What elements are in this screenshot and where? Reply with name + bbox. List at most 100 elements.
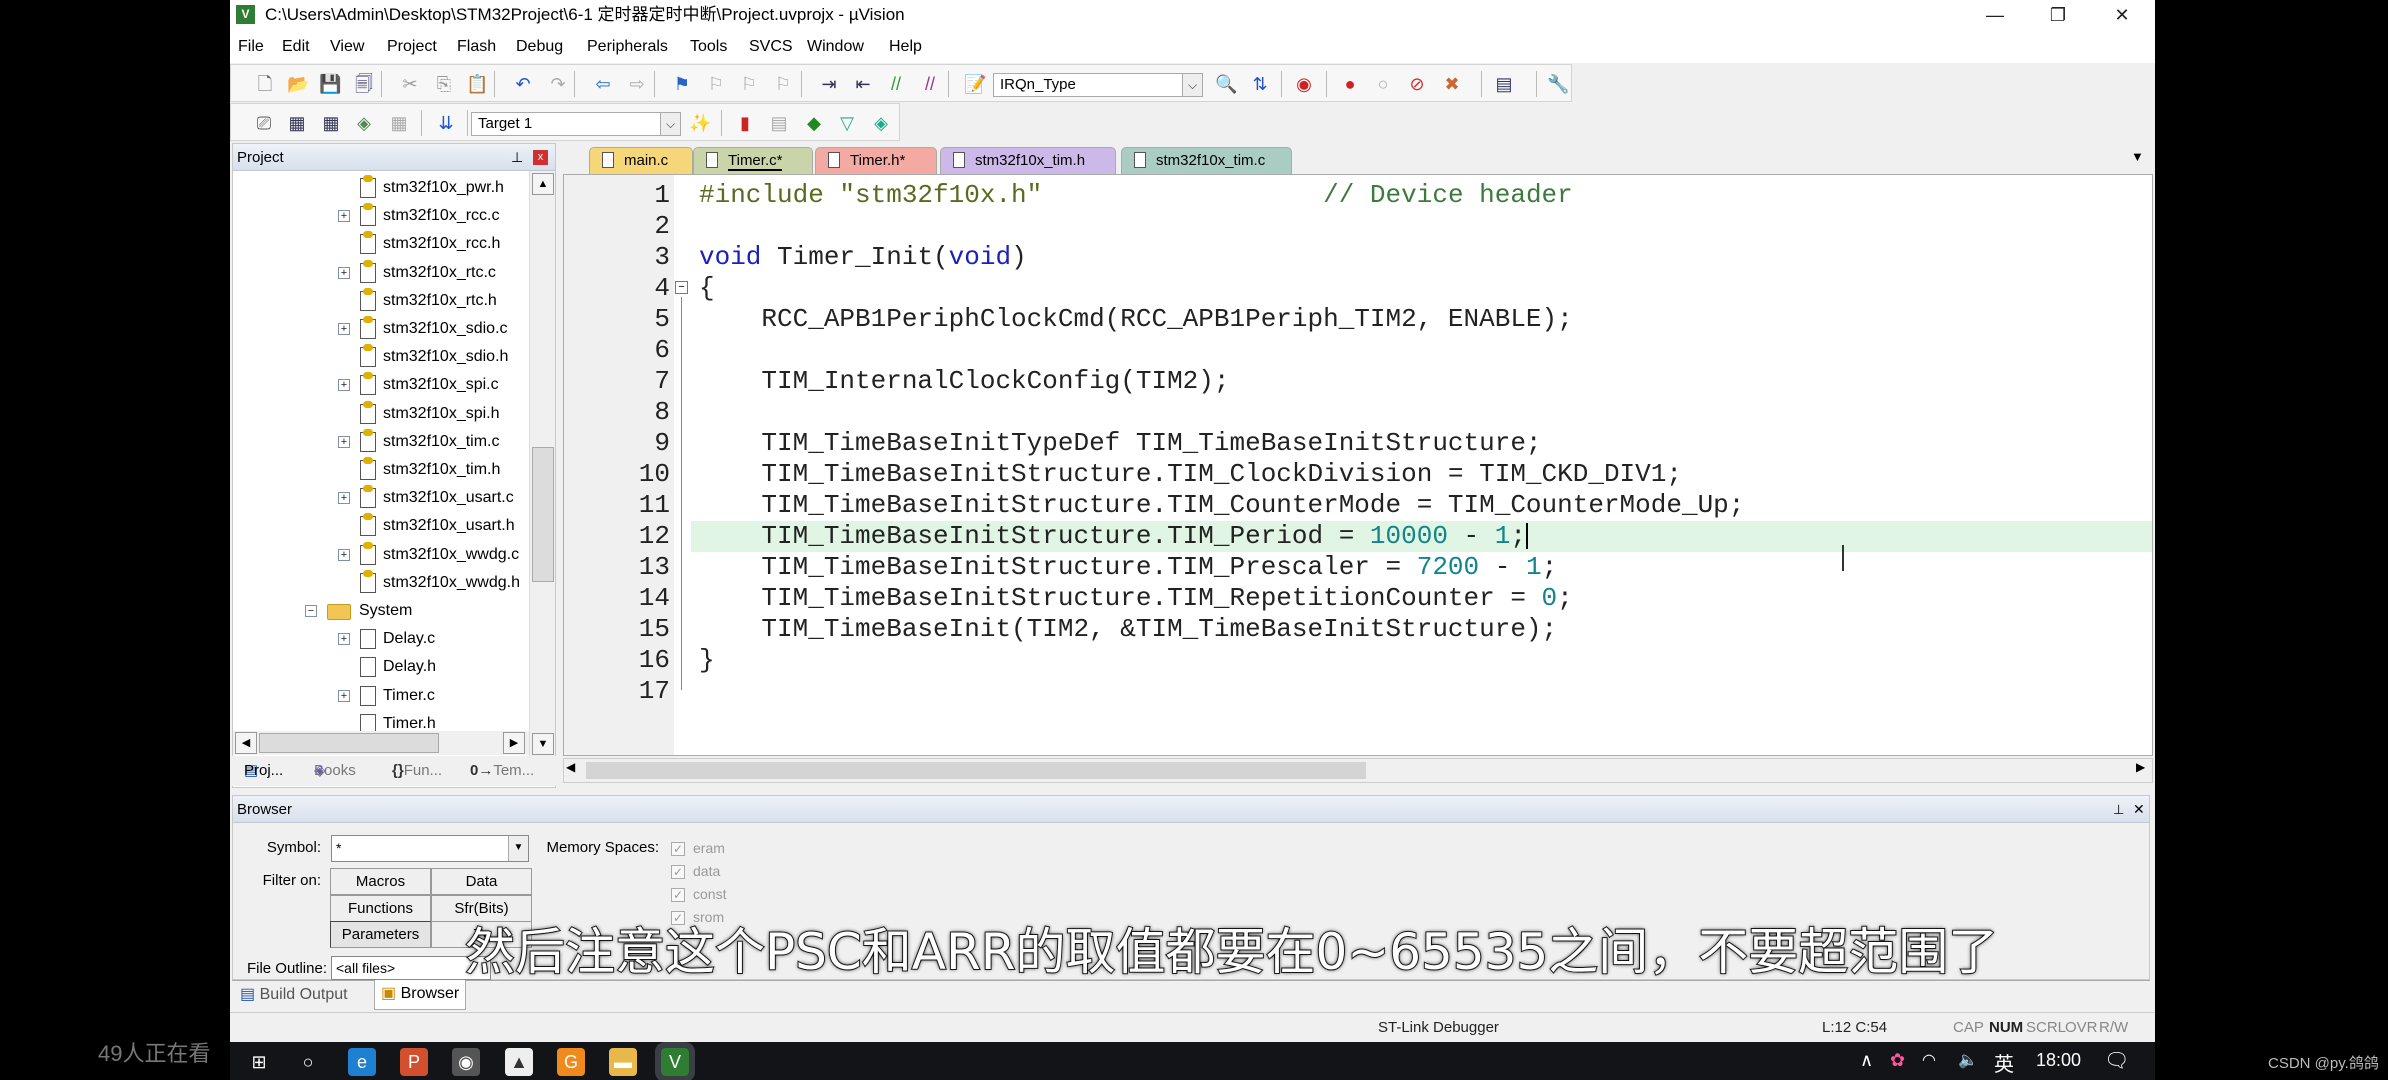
filter-data-button[interactable]: Data — [431, 868, 532, 895]
pack-installer-icon[interactable]: ▽ — [836, 112, 858, 134]
tree-item[interactable]: stm32f10x_spi.h — [233, 400, 529, 428]
rebuild-icon[interactable]: ▦ — [320, 112, 342, 134]
configure-icon[interactable]: 🔧 — [1547, 73, 1569, 95]
build-icon[interactable]: ▦ — [286, 112, 308, 134]
code-line[interactable]: 3 void Timer_Init(void) — [564, 242, 2152, 273]
new-file-icon[interactable]: 🗋 — [254, 73, 276, 95]
expand-icon[interactable]: + — [338, 379, 350, 392]
code-line[interactable]: 10 TIM_TimeBaseInitStructure.TIM_ClockDi… — [564, 459, 2152, 490]
tree-item[interactable]: + Timer.c — [233, 682, 529, 710]
expand-icon[interactable]: + — [338, 435, 350, 448]
menu-project[interactable]: Project — [387, 30, 437, 63]
select-pack-icon[interactable]: ◆ — [803, 112, 825, 134]
tray-app-icon[interactable]: ✿ — [1890, 1050, 1905, 1071]
tree-vertical-scrollbar[interactable]: ▲ ▼ — [529, 171, 555, 757]
scroll-down-button[interactable]: ▼ — [532, 733, 554, 755]
input-method-indicator[interactable]: 英 — [1994, 1048, 2014, 1077]
foxit-icon[interactable]: G — [557, 1048, 585, 1076]
scroll-left-button[interactable]: ◀ — [566, 760, 575, 774]
scroll-thumb[interactable] — [586, 762, 1366, 779]
edge-icon[interactable]: e — [348, 1048, 376, 1076]
code-line[interactable]: 2 — [564, 211, 2152, 242]
menu-peripherals[interactable]: Peripherals — [587, 30, 668, 63]
code-line[interactable]: 4 {− — [564, 273, 2152, 304]
code-line[interactable]: 6 — [564, 335, 2152, 366]
find-in-files-icon[interactable]: 📝 — [964, 73, 986, 95]
debug-session-icon[interactable]: ◉ — [1293, 73, 1315, 95]
expand-icon[interactable]: + — [338, 492, 350, 505]
tab-functions[interactable]: {} Fun... — [392, 756, 442, 786]
copy-icon[interactable]: ⎘ — [433, 73, 455, 95]
filter-macros-button[interactable]: Macros — [330, 868, 431, 895]
tree-folder[interactable]: − System — [233, 597, 529, 625]
expand-icon[interactable]: + — [338, 323, 350, 335]
memory-space-checkbox[interactable]: ✓ eram — [671, 838, 725, 858]
run-time-env-icon[interactable]: ◈ — [870, 112, 892, 134]
expand-icon[interactable]: + — [338, 210, 350, 223]
fold-collapse-icon[interactable]: − — [675, 281, 688, 294]
scroll-thumb[interactable] — [532, 447, 554, 582]
download-load-icon[interactable]: ⇊ — [435, 112, 457, 134]
disable-breakpoint-icon[interactable]: ○ — [1372, 73, 1394, 95]
tab-main-c[interactable]: main.c — [589, 147, 693, 174]
tree-item[interactable]: Delay.h — [233, 653, 529, 681]
filter-functions-button[interactable]: Functions — [330, 894, 431, 922]
editor-horizontal-scrollbar[interactable]: ◀ ▶ — [563, 758, 2153, 783]
prev-bookmark-icon[interactable]: ⚐ — [705, 73, 727, 95]
scroll-left-button[interactable]: ◀ — [235, 732, 257, 754]
indent-icon[interactable]: ⇥ — [818, 73, 840, 95]
menu-edit[interactable]: Edit — [282, 30, 310, 63]
code-line[interactable]: 13 TIM_TimeBaseInitStructure.TIM_Prescal… — [564, 552, 2152, 583]
code-line[interactable]: 5 RCC_APB1PeriphClockCmd(RCC_APB1Periph_… — [564, 304, 2152, 335]
cortana-icon[interactable]: ○ — [294, 1048, 322, 1076]
tree-item[interactable]: + Delay.c — [233, 625, 529, 653]
bookmark-icon[interactable]: ⚑ — [671, 73, 693, 95]
tree-item[interactable]: stm32f10x_wwdg.h — [233, 569, 529, 597]
panel-close-button[interactable]: ✕ — [2133, 796, 2145, 823]
menu-file[interactable]: File — [238, 30, 264, 63]
filter-sfrbits-button[interactable]: Sfr(Bits) — [431, 894, 532, 922]
unindent-icon[interactable]: ⇤ — [852, 73, 874, 95]
clear-bookmarks-icon[interactable]: ⚐ — [772, 73, 794, 95]
tree-item[interactable]: stm32f10x_rcc.h — [233, 230, 529, 258]
code-editor[interactable]: 1 #include "stm32f10x.h" // Device header… — [563, 174, 2153, 756]
chevron-down-icon[interactable]: ⌵ — [1182, 74, 1202, 96]
save-icon[interactable]: 💾 — [319, 73, 341, 95]
expand-icon[interactable]: + — [338, 633, 350, 646]
file-extensions-icon[interactable]: ▮ — [734, 112, 756, 134]
menu-flash[interactable]: Flash — [457, 30, 496, 63]
code-line[interactable]: 1 #include "stm32f10x.h" // Device header — [564, 180, 2152, 211]
panel-close-button[interactable]: x — [533, 150, 548, 165]
menu-svcs[interactable]: SVCS — [749, 30, 793, 63]
symbol-input[interactable]: * ▼ — [331, 835, 529, 862]
scroll-right-button[interactable]: ▶ — [503, 732, 525, 754]
disable-all-breakpoints-icon[interactable]: ⊘ — [1406, 73, 1428, 95]
expand-icon[interactable]: + — [338, 548, 350, 561]
code-line[interactable]: 8 — [564, 397, 2152, 428]
open-file-icon[interactable]: 📂 — [287, 73, 309, 95]
collapse-icon[interactable]: − — [305, 605, 317, 617]
code-line[interactable]: 7 TIM_InternalClockConfig(TIM2); — [564, 366, 2152, 397]
keil-icon[interactable]: V — [655, 1042, 695, 1080]
minimize-button[interactable]: — — [1970, 0, 2020, 30]
batch-build-icon[interactable]: ◈ — [353, 112, 375, 134]
tab-build-output[interactable]: ▤ Build Output — [240, 981, 348, 1009]
memory-space-checkbox[interactable]: ✓ const — [671, 884, 726, 904]
expand-icon[interactable]: + — [338, 266, 350, 279]
find-icon[interactable]: 🔍 — [1215, 73, 1237, 95]
target-select[interactable]: Target 1 ⌵ — [471, 112, 681, 136]
tab-list-dropdown[interactable]: ▼ — [2131, 149, 2144, 164]
cut-icon[interactable]: ✂ — [399, 73, 421, 95]
powerpoint-icon[interactable]: P — [400, 1048, 428, 1076]
tray-chevron-icon[interactable]: ∧ — [1860, 1050, 1873, 1071]
code-line[interactable]: 17 — [564, 676, 2152, 707]
wifi-icon[interactable]: ◠ — [1922, 1050, 1936, 1070]
tab-stm32f10x-tim-c[interactable]: stm32f10x_tim.c — [1121, 147, 1292, 174]
pin-icon[interactable]: ⊥ — [2113, 796, 2124, 823]
next-bookmark-icon[interactable]: ⚐ — [738, 73, 760, 95]
tree-item[interactable]: + stm32f10x_wwdg.c — [233, 541, 529, 569]
pin-icon[interactable]: ⊥ — [511, 144, 523, 171]
notification-icon[interactable]: 🗨 — [2104, 1048, 2129, 1073]
kill-breakpoints-icon[interactable]: ✖ — [1441, 73, 1463, 95]
code-line[interactable]: 14 TIM_TimeBaseInitStructure.TIM_Repetit… — [564, 583, 2152, 614]
